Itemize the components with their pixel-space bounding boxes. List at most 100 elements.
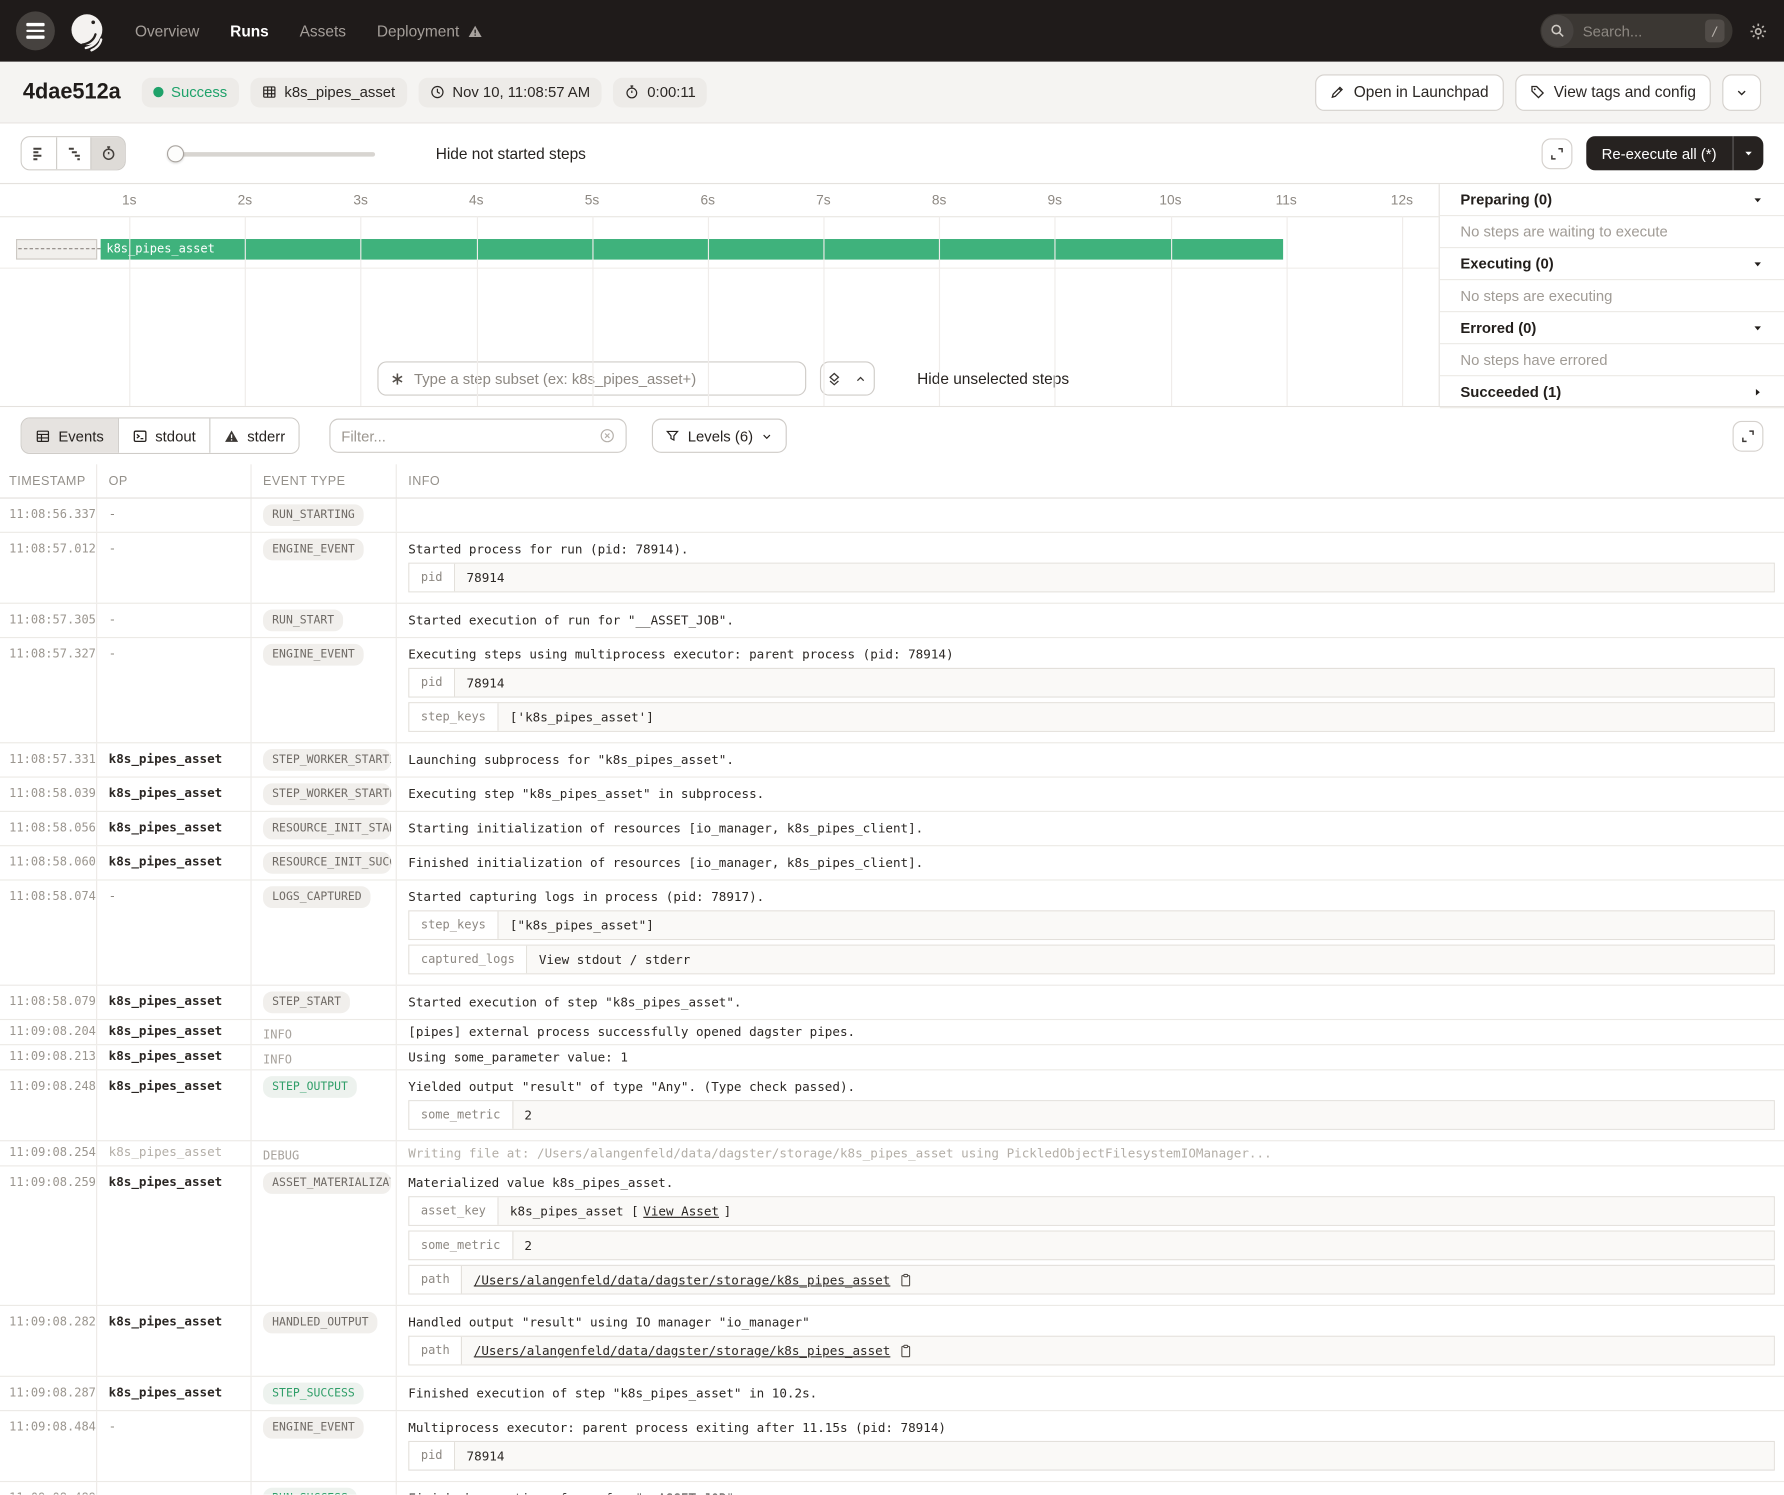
view-flat-icon[interactable] <box>22 137 56 169</box>
chevron-up-icon[interactable] <box>847 363 873 395</box>
metadata-key: step_keys <box>409 911 498 938</box>
event-info-cell: Yielded output "result" of type "Any". (… <box>397 1070 1784 1140</box>
dagster-run-page: OverviewRunsAssetsDeployment / 4dae512a … <box>0 0 1784 1495</box>
event-op: k8s_pipes_asset <box>97 1306 251 1376</box>
event-message: Started capturing logs in process (pid: … <box>408 889 1775 906</box>
top-nav: Overview Runs Assets Deployment / <box>0 0 1784 62</box>
nav-item-label: Runs <box>230 22 269 39</box>
checkbox-icon[interactable] <box>407 144 425 162</box>
gantt-axis-tick: 3s <box>353 192 368 208</box>
metadata-link[interactable]: /Users/alangenfeld/data/dagster/storage/… <box>474 1343 891 1358</box>
gantt-toolbar: Hide not started steps Re-execute all (*… <box>0 124 1784 183</box>
event-info-cell: Started capturing logs in process (pid: … <box>397 881 1784 985</box>
search-input[interactable] <box>1575 22 1705 39</box>
gantt-fullscreen-button[interactable] <box>1541 138 1572 169</box>
event-row: 11:08:58.079k8s_pipes_assetSTEP_STARTSta… <box>0 986 1784 1020</box>
metadata-entry: asset_keyk8s_pipes_asset [View Asset] <box>408 1196 1775 1226</box>
gantt-zoom-slider[interactable] <box>167 145 375 162</box>
status-section-preparing[interactable]: Preparing (0) <box>1440 184 1784 216</box>
gantt-gridline <box>1402 216 1403 406</box>
tab-events[interactable]: Events <box>22 419 118 453</box>
event-op: - <box>97 1482 251 1495</box>
nav-item-assets[interactable]: Assets <box>300 22 346 39</box>
checkbox-icon[interactable] <box>889 369 907 387</box>
event-type-cell: STEP_WORKER_STARTED <box>252 778 397 811</box>
status-badge: Success <box>141 77 238 107</box>
metadata-link[interactable]: View Asset <box>643 1204 719 1219</box>
event-op: k8s_pipes_asset <box>97 1070 251 1140</box>
step-subset-row: Hide unselected steps <box>377 361 1069 395</box>
settings-gear-icon[interactable] <box>1749 21 1768 40</box>
event-message: Finished execution of step "k8s_pipes_as… <box>408 1385 1775 1402</box>
view-tags-config-button[interactable]: View tags and config <box>1515 74 1711 111</box>
metadata-key: captured_logs <box>409 946 527 973</box>
log-filter-box[interactable] <box>330 419 627 453</box>
status-section-succeeded[interactable]: Succeeded (1) <box>1440 376 1784 408</box>
status-section-executing[interactable]: Executing (0) <box>1440 248 1784 280</box>
event-info-cell: Handled output "result" using IO manager… <box>397 1306 1784 1376</box>
duration-badge: 0:00:11 <box>613 77 707 107</box>
gantt-axis-tick: 2s <box>238 192 253 208</box>
tab-stderr[interactable]: stderr <box>209 419 298 453</box>
view-timing-icon[interactable] <box>90 137 124 169</box>
event-row: 11:09:08.254k8s_pipes_assetDEBUGWriting … <box>0 1141 1784 1166</box>
menu-icon[interactable] <box>16 11 55 50</box>
tab-stdout[interactable]: stdout <box>118 419 210 453</box>
metadata-entry: some_metric2 <box>408 1231 1775 1261</box>
event-message: Finished initialization of resources [io… <box>408 854 1775 871</box>
event-op: k8s_pipes_asset <box>97 846 251 879</box>
log-fullscreen-button[interactable] <box>1733 420 1764 451</box>
event-timestamp: 11:08:57.327 <box>0 638 97 742</box>
event-type-chip: STEP_SUCCESS <box>263 1383 364 1405</box>
event-log-header: TIMESTAMPOPEVENT TYPEINFO <box>0 464 1784 498</box>
slider-track[interactable] <box>167 152 375 157</box>
chevron-down-icon <box>761 429 774 442</box>
clear-filter-icon[interactable] <box>600 428 616 444</box>
log-filter-input[interactable] <box>341 427 593 444</box>
hide-not-started-checkbox[interactable]: Hide not started steps <box>407 144 586 162</box>
levels-dropdown-button[interactable]: Levels (6) <box>652 419 787 453</box>
event-timestamp: 11:08:57.305 <box>0 604 97 637</box>
slider-knob[interactable] <box>167 145 184 162</box>
status-section-errored[interactable]: Errored (0) <box>1440 312 1784 344</box>
event-type-chip: LOGS_CAPTURED <box>263 886 371 908</box>
run-actions-dropdown-button[interactable] <box>1722 74 1761 111</box>
search-box[interactable]: / <box>1540 14 1732 48</box>
nav-item-deployment[interactable]: Deployment <box>377 22 482 39</box>
event-info-cell: Finished execution of run for "__ASSET_J… <box>397 1482 1784 1495</box>
open-in-launchpad-button[interactable]: Open in Launchpad <box>1315 74 1504 111</box>
nav-item-label: Deployment <box>377 22 459 39</box>
step-subset-input[interactable] <box>414 370 794 387</box>
graph-query-toggle[interactable] <box>820 361 875 395</box>
nav-item-overview[interactable]: Overview <box>135 22 199 39</box>
event-message: Yielded output "result" of type "Any". (… <box>408 1078 1775 1095</box>
dagster-logo-icon[interactable] <box>66 10 107 51</box>
metadata-text[interactable]: View stdout / stderr <box>539 952 690 967</box>
event-type-cell: ASSET_MATERIALIZAT… <box>252 1166 397 1304</box>
gantt-step-bar[interactable]: k8s_pipes_asset <box>101 239 1283 260</box>
reexecute-dropdown-button[interactable] <box>1733 136 1764 170</box>
caret-down-icon <box>1752 194 1763 205</box>
status-section-title: Errored (0) <box>1460 319 1536 336</box>
event-message: Executing step "k8s_pipes_asset" in subp… <box>408 786 1775 803</box>
event-timestamp: 11:08:56.337 <box>0 499 97 532</box>
nav-item-label: Overview <box>135 22 199 39</box>
job-badge[interactable]: k8s_pipes_asset <box>250 77 406 107</box>
copy-icon[interactable] <box>898 1272 912 1287</box>
hide-unselected-checkbox[interactable]: Hide unselected steps <box>889 369 1070 387</box>
nav-item-runs[interactable]: Runs <box>230 22 269 39</box>
metadata-link[interactable]: /Users/alangenfeld/data/dagster/storage/… <box>474 1272 891 1287</box>
view-waterfall-icon[interactable] <box>56 137 90 169</box>
reexecute-all-button[interactable]: Re-execute all (*) <box>1586 136 1764 170</box>
status-section-message: No steps have errored <box>1440 344 1784 376</box>
event-info-cell: Finished initialization of resources [io… <box>397 846 1784 879</box>
gantt-section: k8s_pipes_asset Hide unselected ste <box>0 183 1784 407</box>
event-message: Materialized value k8s_pipes_asset. <box>408 1174 1775 1191</box>
copy-icon[interactable] <box>898 1343 912 1358</box>
event-op: - <box>97 638 251 742</box>
table-icon <box>35 428 50 443</box>
gantt-axis-tick: 10s <box>1159 192 1181 208</box>
event-type-label: INFO <box>263 1026 292 1042</box>
event-type-cell: ENGINE_EVENT <box>252 533 397 603</box>
caret-down-icon <box>1743 148 1754 159</box>
